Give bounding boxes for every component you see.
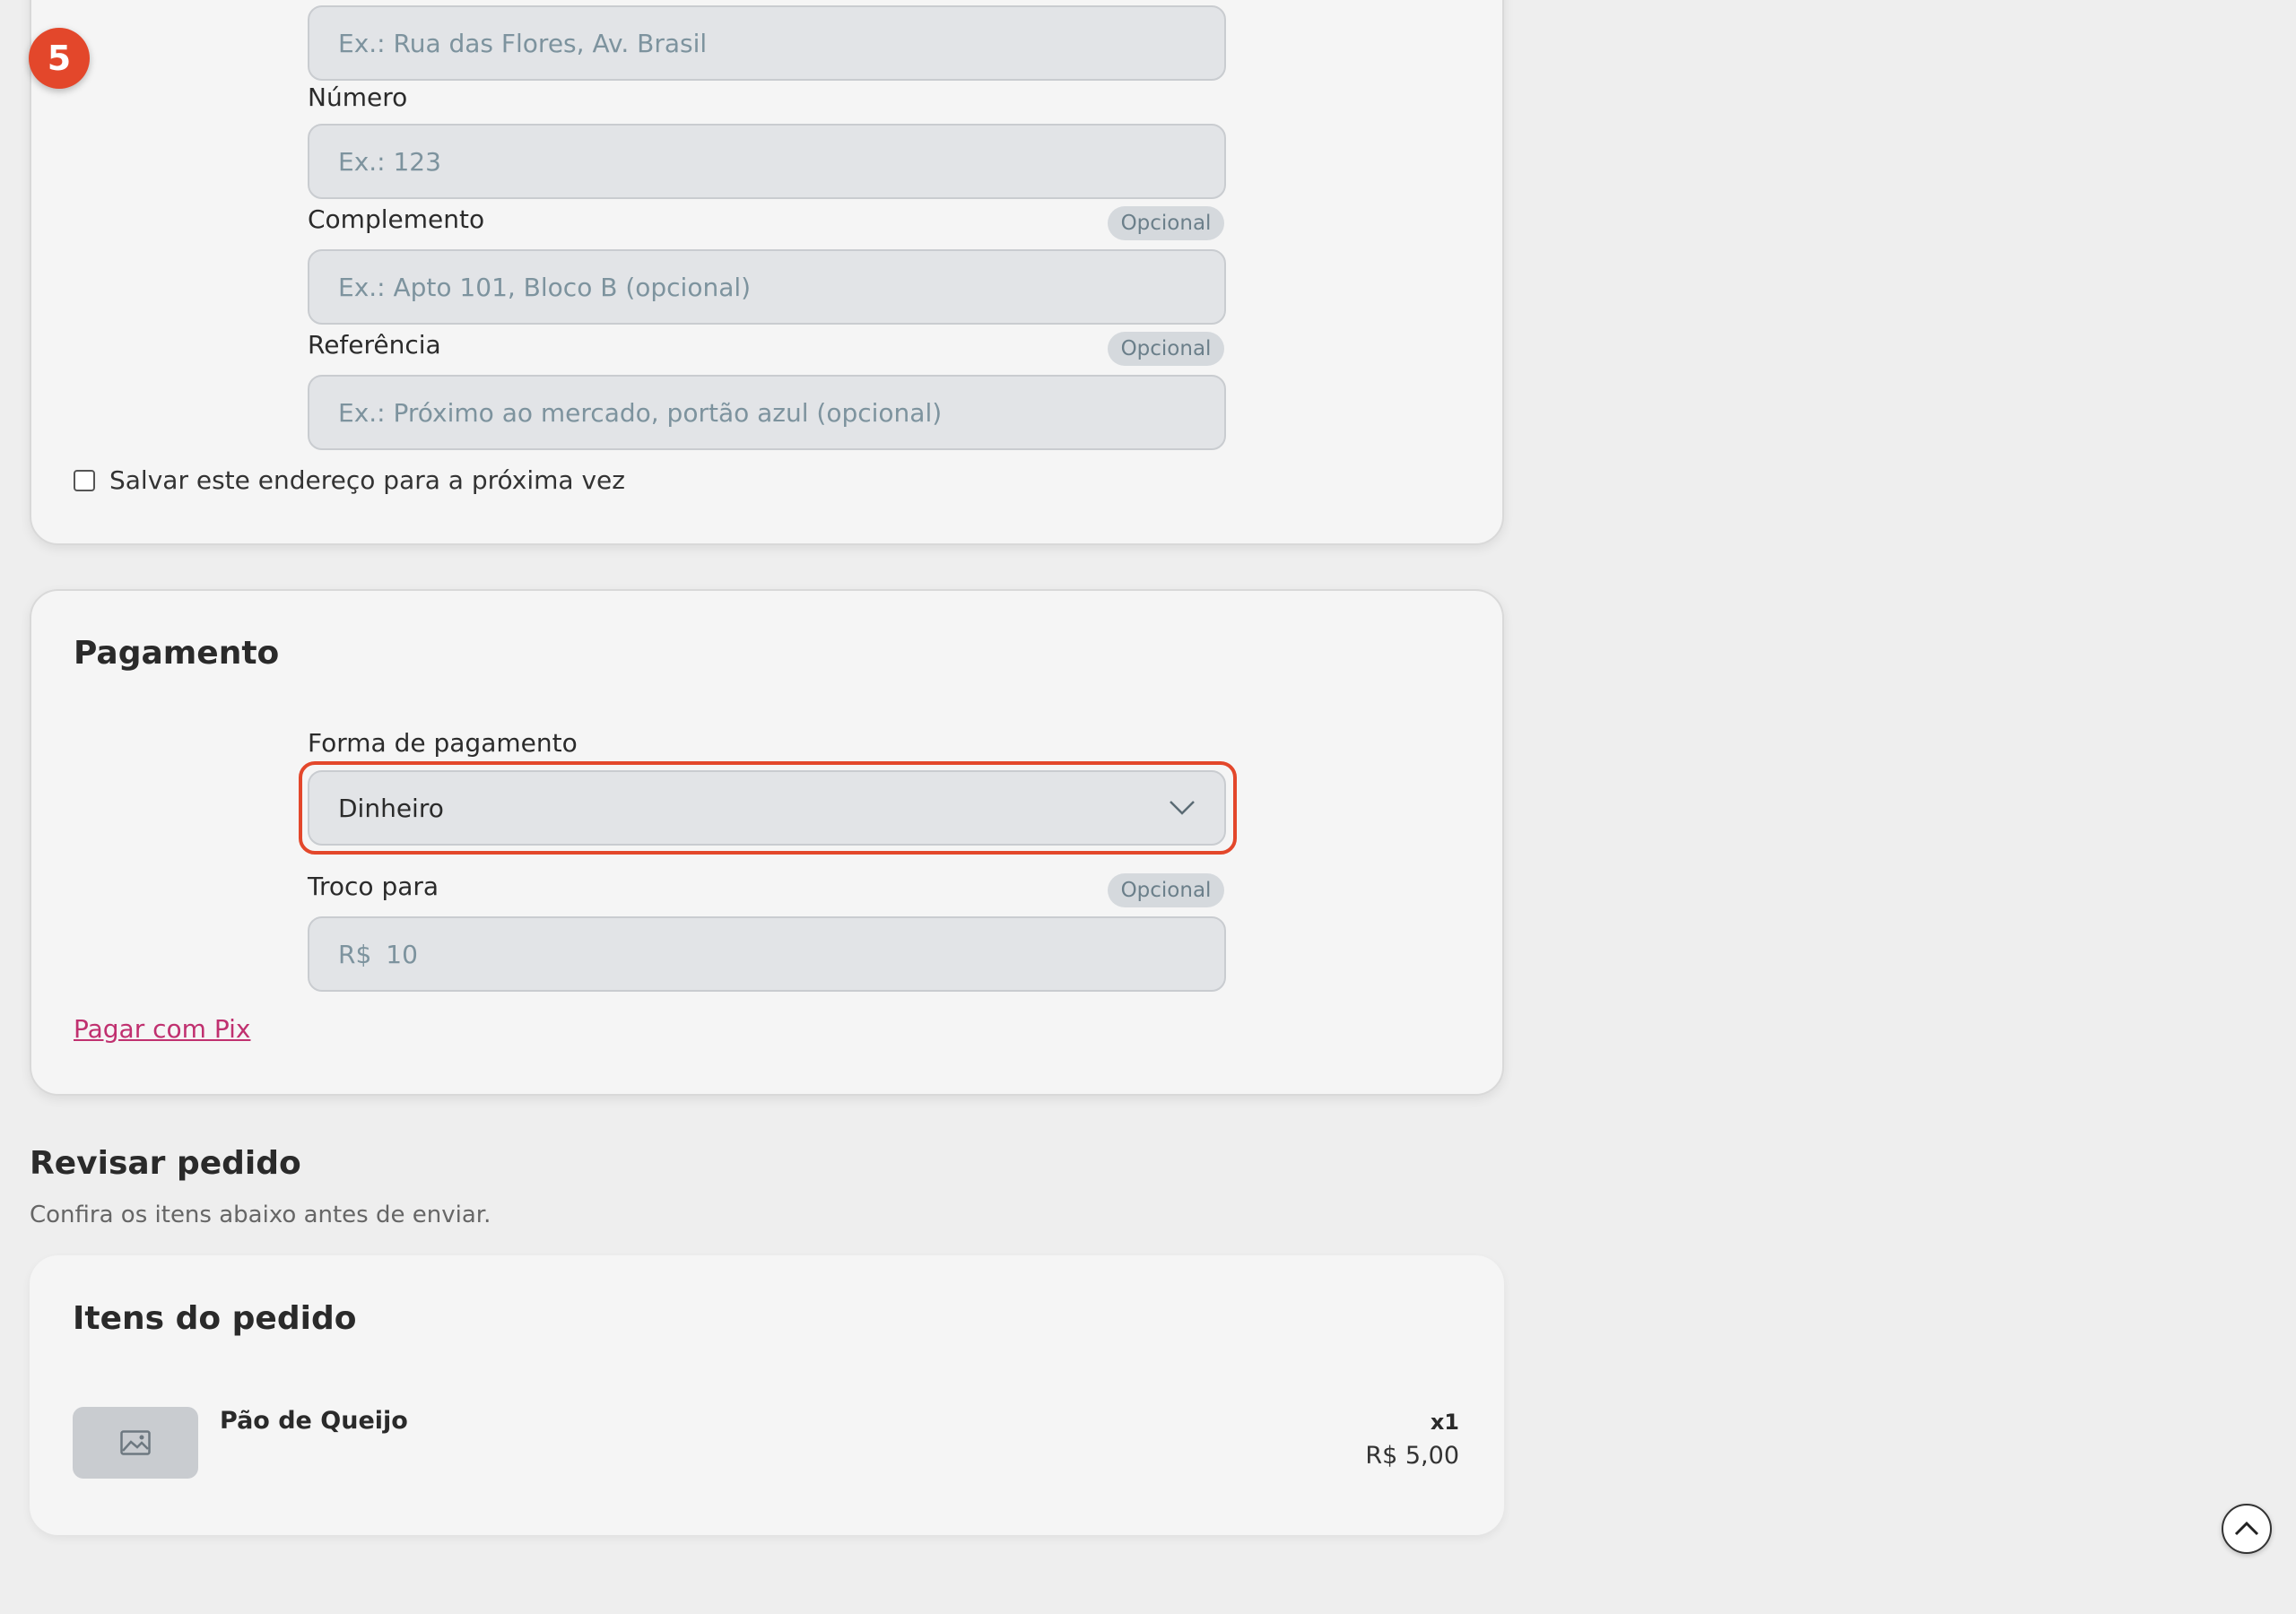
street-placeholder: Ex.: Rua das Flores, Av. Brasil (338, 28, 708, 58)
reference-placeholder: Ex.: Próximo ao mercado, portão azul (op… (338, 397, 943, 428)
save-address-row[interactable]: Salvar este endereço para a próxima vez (74, 465, 625, 495)
change-optional-badge: Opcional (1108, 873, 1224, 907)
chevron-up-icon (2234, 1521, 2259, 1536)
reference-label: Referência (308, 330, 441, 360)
item-name: Pão de Queijo (220, 1407, 408, 1435)
complement-input[interactable]: Ex.: Apto 101, Bloco B (opcional) (308, 249, 1226, 325)
review-title: Revisar pedido (30, 1145, 301, 1182)
pay-with-pix-link[interactable]: Pagar com Pix (74, 1014, 250, 1044)
order-items-card: Itens do pedido Pão de Queijo x1 R$ 5,00 (30, 1255, 1504, 1535)
scroll-to-top-button[interactable] (2222, 1504, 2272, 1554)
step-badge: 5 (29, 28, 90, 89)
review-subtitle: Confira os itens abaixo antes de enviar. (30, 1202, 491, 1228)
payment-method-select[interactable]: Dinheiro (308, 770, 1226, 846)
reference-input[interactable]: Ex.: Próximo ao mercado, portão azul (op… (308, 375, 1226, 450)
item-price: R$ 5,00 (1365, 1442, 1459, 1470)
item-quantity: x1 (1430, 1410, 1459, 1435)
complement-optional-badge: Opcional (1108, 206, 1224, 240)
street-input[interactable]: Ex.: Rua das Flores, Av. Brasil (308, 5, 1226, 81)
complement-label: Complemento (308, 204, 485, 234)
number-input[interactable]: Ex.: 123 (308, 124, 1226, 199)
payment-method-label: Forma de pagamento (308, 728, 578, 758)
reference-optional-badge: Opcional (1108, 332, 1224, 366)
currency-prefix: R$ (338, 939, 372, 969)
payment-title: Pagamento (74, 635, 280, 672)
number-label: Número (308, 82, 408, 112)
payment-method-value: Dinheiro (338, 793, 444, 823)
chevron-down-icon (1170, 801, 1195, 815)
complement-placeholder: Ex.: Apto 101, Bloco B (opcional) (338, 272, 752, 302)
change-value: 10 (386, 939, 418, 969)
save-address-checkbox[interactable] (74, 469, 95, 491)
change-input[interactable]: R$ 10 (308, 916, 1226, 992)
order-items-title: Itens do pedido (73, 1300, 357, 1337)
image-placeholder-icon (120, 1430, 151, 1455)
number-placeholder: Ex.: 123 (338, 146, 441, 177)
save-address-label: Salvar este endereço para a próxima vez (109, 465, 625, 495)
change-label: Troco para (308, 872, 439, 901)
item-thumbnail (73, 1407, 198, 1479)
